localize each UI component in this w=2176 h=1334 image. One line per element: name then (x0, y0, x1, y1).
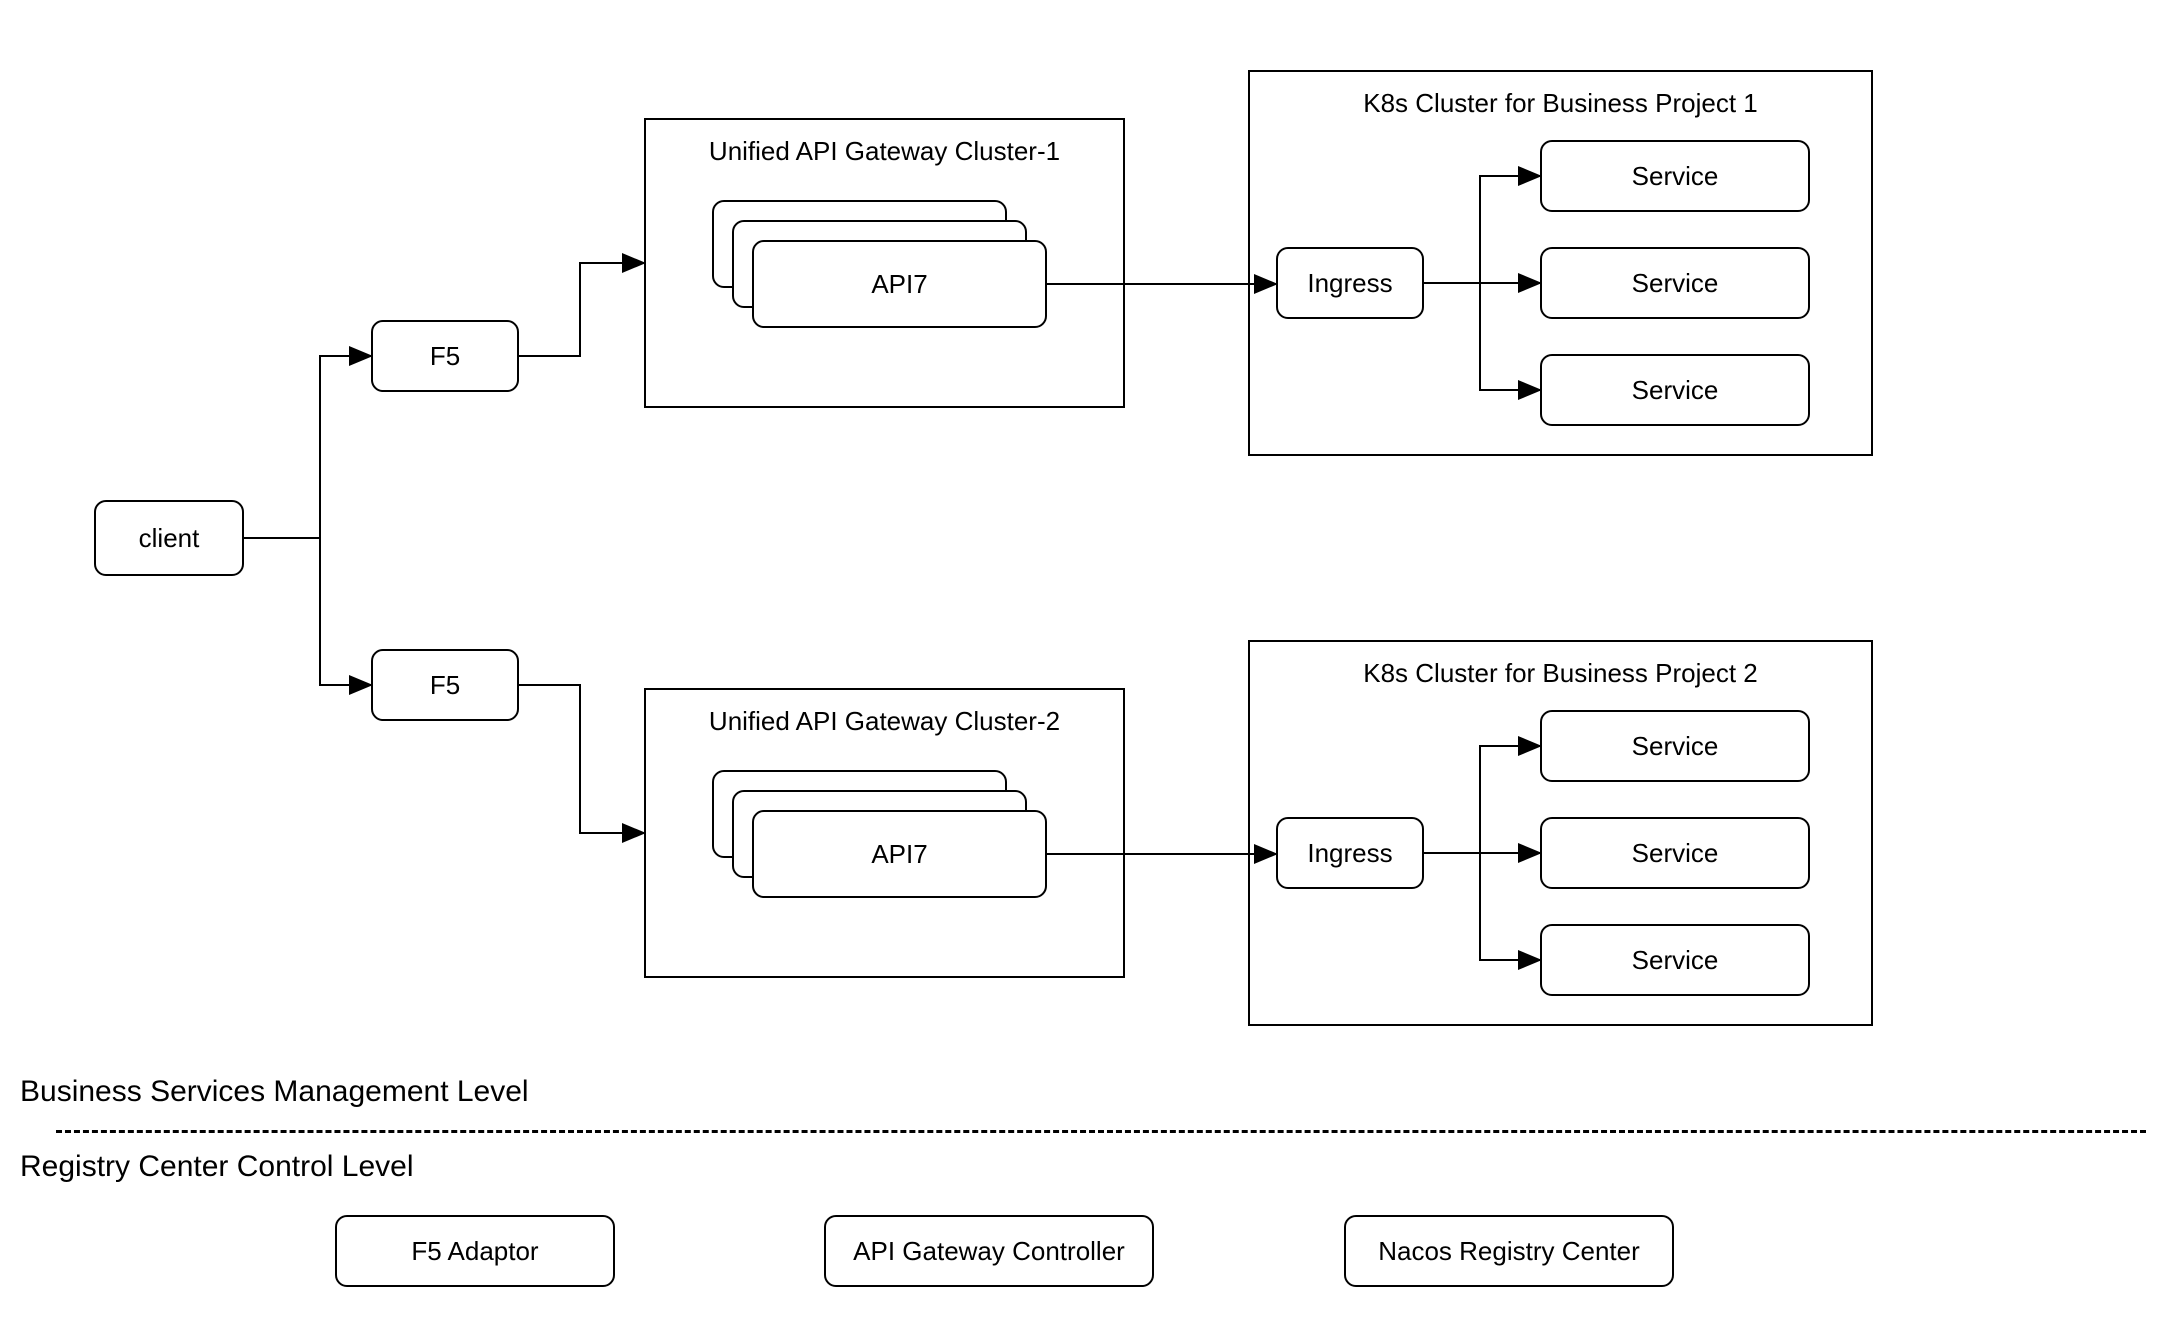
f5-label-bottom: F5 (430, 670, 460, 701)
service-node-2c: Service (1540, 924, 1810, 996)
service-node-1b: Service (1540, 247, 1810, 319)
client-label: client (139, 523, 200, 554)
service-node-1c: Service (1540, 354, 1810, 426)
gateway-cluster-1-title: Unified API Gateway Cluster-1 (646, 120, 1123, 175)
nacos-label: Nacos Registry Center (1378, 1236, 1640, 1267)
service-label-2b: Service (1632, 838, 1719, 869)
service-node-2b: Service (1540, 817, 1810, 889)
ingress-node-2: Ingress (1276, 817, 1424, 889)
gateway-cluster-2-title: Unified API Gateway Cluster-2 (646, 690, 1123, 745)
ingress-label-2: Ingress (1307, 838, 1392, 869)
service-node-1a: Service (1540, 140, 1810, 212)
ingress-label-1: Ingress (1307, 268, 1392, 299)
service-label-2a: Service (1632, 731, 1719, 762)
api-controller-label: API Gateway Controller (853, 1236, 1125, 1267)
business-level-label: Business Services Management Level (20, 1075, 529, 1109)
f5-node-bottom: F5 (371, 649, 519, 721)
k8s-cluster-2-title: K8s Cluster for Business Project 2 (1250, 642, 1871, 697)
service-label-1b: Service (1632, 268, 1719, 299)
f5-adaptor-node: F5 Adaptor (335, 1215, 615, 1287)
service-label-2c: Service (1632, 945, 1719, 976)
ingress-node-1: Ingress (1276, 247, 1424, 319)
api7-stack-2: API7 (712, 770, 1047, 900)
f5-adaptor-label: F5 Adaptor (411, 1236, 538, 1267)
registry-level-label: Registry Center Control Level (20, 1150, 414, 1184)
f5-label-top: F5 (430, 341, 460, 372)
nacos-node: Nacos Registry Center (1344, 1215, 1674, 1287)
service-node-2a: Service (1540, 710, 1810, 782)
api-controller-node: API Gateway Controller (824, 1215, 1154, 1287)
service-label-1a: Service (1632, 161, 1719, 192)
api7-label-2: API7 (871, 839, 927, 870)
level-divider (56, 1130, 2146, 1133)
client-node: client (94, 500, 244, 576)
api7-label-1: API7 (871, 269, 927, 300)
k8s-cluster-1-title: K8s Cluster for Business Project 1 (1250, 72, 1871, 127)
api7-stack-1: API7 (712, 200, 1047, 330)
service-label-1c: Service (1632, 375, 1719, 406)
f5-node-top: F5 (371, 320, 519, 392)
